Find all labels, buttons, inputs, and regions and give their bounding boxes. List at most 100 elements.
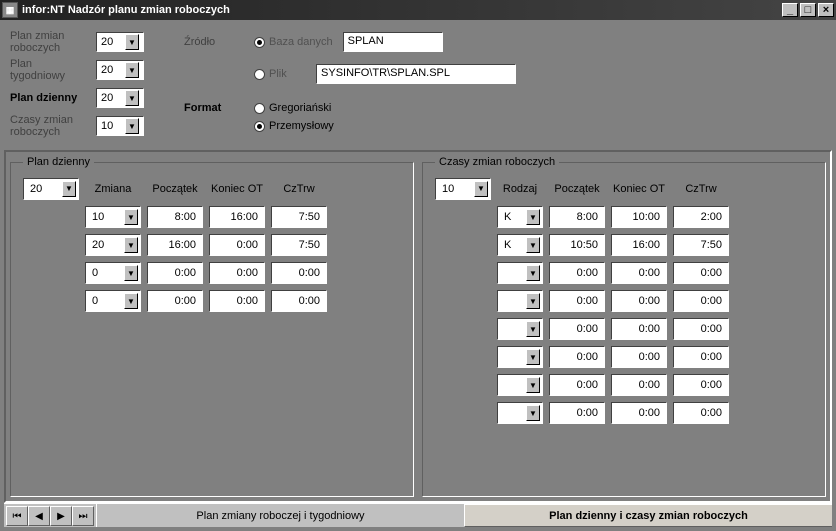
chevron-down-icon: ▼ (62, 181, 76, 197)
select-plan-tygodniowy[interactable]: 20 ▼ (96, 60, 144, 80)
cell-rodzaj[interactable]: K▼ (497, 234, 543, 256)
cell-poczatek[interactable]: 0:00 (549, 374, 605, 396)
chevron-down-icon: ▼ (526, 321, 540, 337)
cell-cztrw[interactable]: 0:00 (673, 262, 729, 284)
nav-first-button[interactable]: ⏮ (6, 506, 28, 526)
cell-poczatek[interactable]: 10:50 (549, 234, 605, 256)
select-czasy-zmian-value: 10 (101, 120, 113, 132)
close-button[interactable]: × (818, 3, 834, 17)
cell-koniec[interactable]: 0:00 (209, 290, 265, 312)
table-row: 10▼ 8:00 16:00 7:50 (23, 206, 401, 228)
cell-poczatek[interactable]: 0:00 (549, 262, 605, 284)
cell-cztrw[interactable]: 2:00 (673, 206, 729, 228)
cell-zmiana[interactable]: 20▼ (85, 234, 141, 256)
panel-right-selector-value: 10 (442, 183, 454, 195)
hdr-poczatek: Początek (147, 183, 203, 195)
hdr-rodzaj: Rodzaj (497, 183, 543, 195)
radio-baza[interactable]: Baza danych (254, 36, 333, 48)
cell-cztrw[interactable]: 7:50 (271, 206, 327, 228)
cell-koniec[interactable]: 0:00 (611, 290, 667, 312)
panel-right-legend: Czasy zmian roboczych (435, 156, 559, 168)
label-czasy-zmian: Czasy zmian roboczych (10, 114, 90, 138)
chevron-down-icon: ▼ (526, 377, 540, 393)
table-row: 0▼ 0:00 0:00 0:00 (23, 290, 401, 312)
format-radios: Gregoriański Przemysłowy (254, 102, 334, 132)
tab-plan-dzienny[interactable]: Plan dzienny i czasy zmian roboczych (464, 504, 832, 527)
cell-cztrw[interactable]: 7:50 (673, 234, 729, 256)
cell-poczatek[interactable]: 0:00 (549, 290, 605, 312)
panel-plan-dzienny: Plan dzienny 20 ▼ Zmiana Początek Koniec… (10, 156, 414, 497)
panel-left-selector[interactable]: 20 ▼ (23, 178, 79, 200)
nav-next-button[interactable]: ▶ (50, 506, 72, 526)
chevron-down-icon: ▼ (526, 405, 540, 421)
source-format-block: Źródło Baza danych SPLAN Plik SYSINFO\T (184, 30, 516, 138)
cell-rodzaj[interactable]: ▼ (497, 290, 543, 312)
table-row: ▼ 0:00 0:00 0:00 (435, 318, 813, 340)
radio-gregorian-label: Gregoriański (269, 102, 331, 114)
cell-poczatek[interactable]: 0:00 (549, 346, 605, 368)
panel-left-rows: 10▼ 8:00 16:00 7:50 20▼ 16:00 0:00 7:50 0▼ 0:00 0:… (23, 206, 401, 312)
cell-koniec[interactable]: 0:00 (611, 262, 667, 284)
select-plan-dzienny[interactable]: 20 ▼ (96, 88, 144, 108)
cell-cztrw[interactable]: 0:00 (673, 374, 729, 396)
maximize-button[interactable]: □ (800, 3, 816, 17)
cell-koniec[interactable]: 0:00 (209, 262, 265, 284)
cell-rodzaj[interactable]: ▼ (497, 402, 543, 424)
cell-cztrw[interactable]: 0:00 (673, 402, 729, 424)
cell-koniec[interactable]: 0:00 (611, 402, 667, 424)
cell-koniec[interactable]: 16:00 (611, 234, 667, 256)
radio-plik[interactable]: Plik (254, 68, 306, 80)
cell-cztrw[interactable]: 0:00 (673, 346, 729, 368)
radio-industrial[interactable]: Przemysłowy (254, 120, 334, 132)
hdr-poczatek-r: Początek (549, 183, 605, 195)
field-baza[interactable]: SPLAN (343, 32, 443, 52)
tab-plan-tygodniowy[interactable]: Plan zmiany roboczej i tygodniowy (96, 504, 464, 527)
radio-gregorian[interactable]: Gregoriański (254, 102, 334, 114)
cell-koniec[interactable]: 16:00 (209, 206, 265, 228)
titlebar: ▦ infor:NT Nadzór planu zmian roboczych … (0, 0, 836, 20)
radio-icon (254, 37, 265, 48)
cell-poczatek[interactable]: 0:00 (549, 318, 605, 340)
cell-rodzaj[interactable]: ▼ (497, 262, 543, 284)
cell-rodzaj[interactable]: ▼ (497, 318, 543, 340)
cell-zmiana[interactable]: 0▼ (85, 290, 141, 312)
panel-right-selector[interactable]: 10 ▼ (435, 178, 491, 200)
select-czasy-zmian[interactable]: 10 ▼ (96, 116, 144, 136)
label-format: Format (184, 102, 244, 114)
cell-poczatek[interactable]: 16:00 (147, 234, 203, 256)
nav-prev-button[interactable]: ◀ (28, 506, 50, 526)
cell-rodzaj[interactable]: ▼ (497, 346, 543, 368)
cell-koniec[interactable]: 0:00 (611, 346, 667, 368)
nav-last-button[interactable]: ⏭ (72, 506, 94, 526)
cell-cztrw[interactable]: 0:00 (271, 290, 327, 312)
cell-zmiana[interactable]: 0▼ (85, 262, 141, 284)
chevron-down-icon: ▼ (125, 34, 139, 50)
minimize-button[interactable]: _ (782, 3, 798, 17)
select-plan-zmian[interactable]: 20 ▼ (96, 32, 144, 52)
cell-koniec[interactable]: 10:00 (611, 206, 667, 228)
chevron-down-icon: ▼ (124, 265, 138, 281)
cell-koniec[interactable]: 0:00 (209, 234, 265, 256)
chevron-down-icon: ▼ (526, 209, 540, 225)
radio-icon (254, 69, 265, 80)
cell-cztrw[interactable]: 0:00 (673, 318, 729, 340)
cell-poczatek[interactable]: 0:00 (147, 290, 203, 312)
cell-poczatek[interactable]: 0:00 (147, 262, 203, 284)
cell-rodzaj[interactable]: K▼ (497, 206, 543, 228)
cell-cztrw[interactable]: 7:50 (271, 234, 327, 256)
cell-cztrw[interactable]: 0:00 (271, 262, 327, 284)
cell-poczatek[interactable]: 8:00 (147, 206, 203, 228)
chevron-down-icon: ▼ (124, 209, 138, 225)
table-row: ▼ 0:00 0:00 0:00 (435, 262, 813, 284)
cell-koniec[interactable]: 0:00 (611, 318, 667, 340)
chevron-down-icon: ▼ (474, 181, 488, 197)
cell-poczatek[interactable]: 0:00 (549, 402, 605, 424)
cell-koniec[interactable]: 0:00 (611, 374, 667, 396)
label-zrodlo: Źródło (184, 36, 244, 48)
hdr-cztrw-r: CzTrw (673, 183, 729, 195)
cell-rodzaj[interactable]: ▼ (497, 374, 543, 396)
cell-cztrw[interactable]: 0:00 (673, 290, 729, 312)
field-plik[interactable]: SYSINFO\TR\SPLAN.SPL (316, 64, 516, 84)
cell-poczatek[interactable]: 8:00 (549, 206, 605, 228)
cell-zmiana[interactable]: 10▼ (85, 206, 141, 228)
